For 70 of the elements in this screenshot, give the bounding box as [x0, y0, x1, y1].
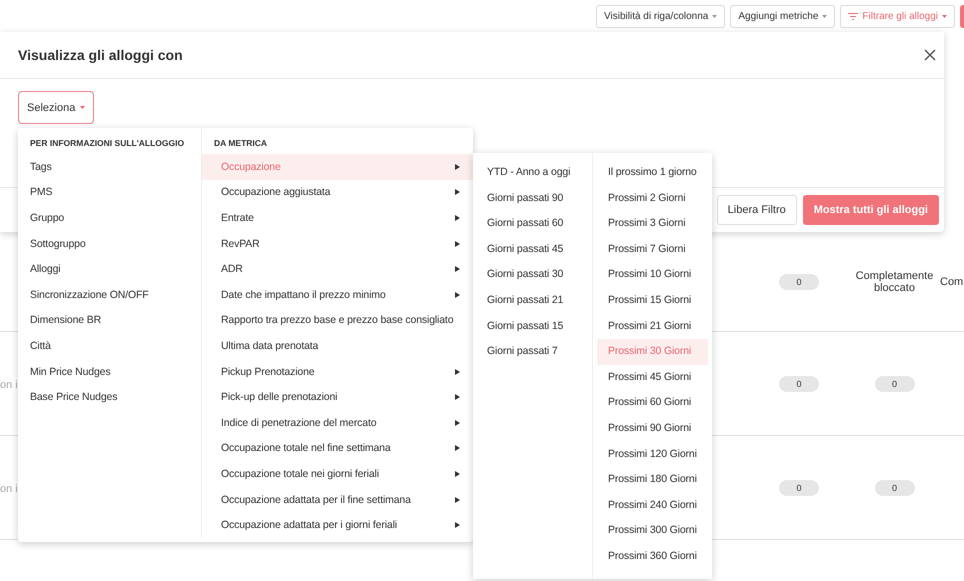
menu-item[interactable]: Prossimi 180 Giorni	[593, 467, 712, 493]
menu-item[interactable]: Occupazione adattata per il fine settimana	[202, 486, 473, 512]
menu-item[interactable]: Alloggi	[18, 256, 201, 282]
menu-item[interactable]: Ultima data prenotata	[202, 333, 473, 359]
menu-item[interactable]: Tags	[18, 154, 201, 180]
toolbar-button[interactable]: Aggiungi metriche	[730, 5, 836, 28]
menu-item[interactable]: Rapporto tra prezzo base e prezzo base consigliato	[202, 308, 473, 334]
menu-item[interactable]: Sottogruppo	[18, 230, 201, 256]
count-pill: 0	[779, 480, 819, 496]
menu-item[interactable]: Giorni passati 21	[473, 288, 592, 314]
menu-item[interactable]: Prossimi 120 Giorni	[593, 442, 712, 468]
menu-item[interactable]: Sincronizzazione ON/OFF	[18, 282, 201, 308]
menu-item[interactable]: Dimensione BR	[18, 308, 201, 334]
menu-item[interactable]: Entrate	[202, 205, 473, 231]
filter-icon	[848, 13, 858, 20]
table-cell: Com	[940, 276, 964, 288]
count-pill: 0	[779, 376, 819, 392]
menu-item[interactable]: RevPAR	[202, 230, 473, 256]
menu-item[interactable]: Prossimi 300 Giorni	[593, 518, 712, 544]
menu-item[interactable]: Base Price Nudges	[18, 384, 201, 410]
menu-item[interactable]: Pick-up delle prenotazioni	[202, 384, 473, 410]
menu-item[interactable]: Occupazione totale nei giorni feriali	[202, 461, 473, 487]
menu-item[interactable]: Min Price Nudges	[18, 358, 201, 384]
menu-item[interactable]: Indice di penetrazione del mercato	[202, 410, 473, 436]
menu-item[interactable]: Prossimi 240 Giorni	[593, 492, 712, 518]
menu-item[interactable]: Date che impattano il prezzo minimo	[202, 282, 473, 308]
cropped-button[interactable]	[960, 5, 964, 28]
section-heading: PER INFORMAZIONI SULL'ALLOGGIO	[29, 137, 186, 150]
menu-item[interactable]: YTD - Anno a oggi	[473, 160, 592, 186]
close-icon[interactable]	[924, 49, 936, 61]
menu-item[interactable]: Giorni passati 7	[473, 339, 592, 365]
footer-button[interactable]: Libera Filtro	[716, 195, 797, 225]
menu-item[interactable]: Giorni passati 45	[473, 236, 592, 262]
menu-item[interactable]: Giorni passati 15	[473, 314, 592, 340]
menu-item[interactable]: Giorni passati 90	[473, 186, 592, 212]
menu-item[interactable]: Giorni passati 60	[473, 211, 592, 237]
panel-title: Visualizza gli alloggi con	[18, 47, 183, 63]
menu-item[interactable]: ADR	[202, 256, 473, 282]
menu-item[interactable]: Occupazione totale nel fine settimana	[202, 436, 473, 462]
caret-icon	[712, 15, 718, 18]
menu-item[interactable]: Prossimi 90 Giorni	[593, 416, 712, 442]
menu-item[interactable]: Occupazione adattata per i giorni feriali	[202, 512, 473, 538]
section-heading: DA METRICA	[213, 137, 268, 150]
toolbar-button[interactable]: Visibilità di riga/colonna	[596, 5, 726, 28]
menu-item[interactable]: Prossimi 2 Giorni	[593, 186, 712, 212]
menu-item[interactable]: Gruppo	[18, 205, 201, 231]
menu-item[interactable]: Prossimi 360 Giorni	[593, 544, 712, 570]
menu-item[interactable]: Prossimi 15 Giorni	[593, 288, 712, 314]
menu-item[interactable]: PMS	[18, 180, 201, 206]
menu-item[interactable]: Prossimi 45 Giorni	[593, 364, 712, 390]
menu-item[interactable]: Prossimi 3 Giorni	[593, 211, 712, 237]
menu-item[interactable]: Città	[18, 333, 201, 359]
menu-item[interactable]: Prossimi 21 Giorni	[593, 314, 712, 340]
menu-item[interactable]: Giorni passati 30	[473, 262, 592, 288]
caret-icon	[822, 15, 828, 18]
caret-icon	[942, 15, 947, 18]
count-pill: 0	[874, 376, 914, 392]
select-dropdown[interactable]: Seleziona	[18, 91, 94, 124]
caret-icon	[80, 106, 86, 109]
menu-item[interactable]: Prossimi 7 Giorni	[593, 236, 712, 262]
menu-item[interactable]: Il prossimo 1 giorno	[593, 160, 712, 186]
menu-item[interactable]: Occupazione aggiustata	[202, 180, 473, 206]
table-cell-text: Completamente bloccato	[854, 270, 934, 294]
count-pill: 0	[779, 274, 819, 290]
menu-item[interactable]: Prossimi 60 Giorni	[593, 390, 712, 416]
table-cell: on i	[0, 378, 18, 390]
menu-item[interactable]: Pickup Prenotazione	[202, 358, 473, 384]
count-pill: 0	[874, 480, 914, 496]
menu-item[interactable]: Prossimi 10 Giorni	[593, 262, 712, 288]
table-cell: on i	[0, 482, 18, 494]
